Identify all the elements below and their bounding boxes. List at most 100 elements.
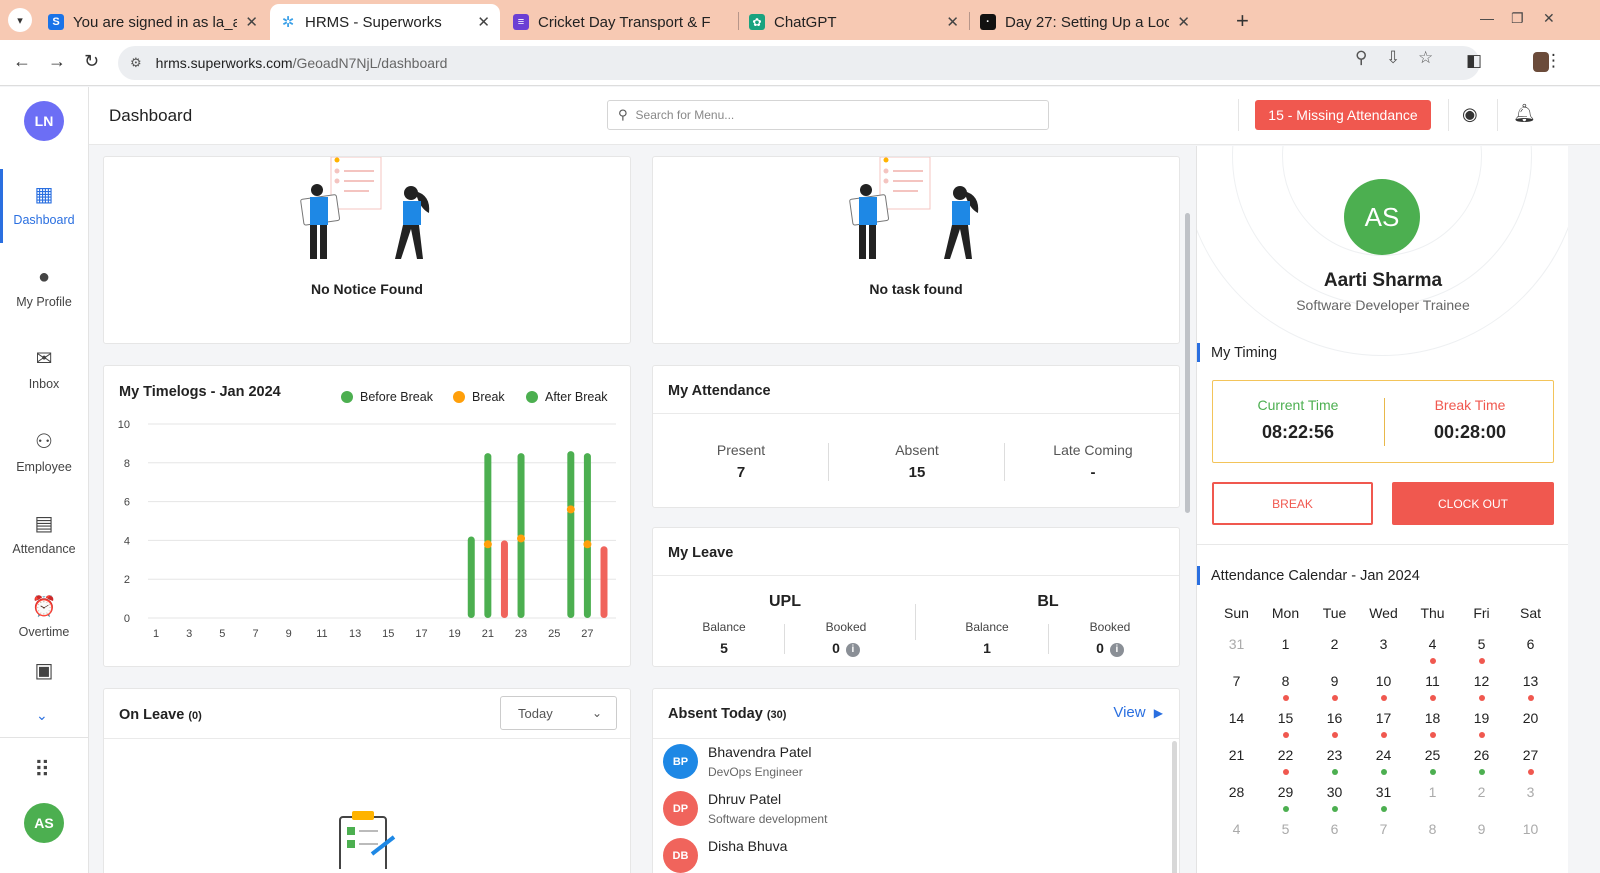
calendar-day[interactable]: 18 <box>1408 710 1457 726</box>
calendar-day[interactable]: 22 <box>1261 747 1310 763</box>
close-icon[interactable]: ✕ <box>1177 13 1190 31</box>
tab-search-chevron-icon[interactable]: ▾ <box>8 8 32 32</box>
sidebar-item-attendance[interactable]: ▤ Attendance <box>0 498 88 572</box>
location-pin-icon[interactable]: ⚲ <box>1355 48 1367 68</box>
calendar-day[interactable]: 19 <box>1457 710 1506 726</box>
calendar-day[interactable]: 31 <box>1359 784 1408 800</box>
calendar-day[interactable]: 20 <box>1506 710 1555 726</box>
browser-tab[interactable]: ≡ Cricket Day Transport & F <box>503 4 737 40</box>
bar-before-break <box>500 540 508 618</box>
calendar-day[interactable]: 7 <box>1212 673 1261 689</box>
clock-out-button[interactable]: CLOCK OUT <box>1392 482 1554 525</box>
forward-arrow-icon[interactable]: → <box>48 51 66 72</box>
calendar-day[interactable]: 4 <box>1212 821 1261 837</box>
calendar-day[interactable]: 26 <box>1457 747 1506 763</box>
calendar-day[interactable]: 24 <box>1359 747 1408 763</box>
calendar-day[interactable]: 23 <box>1310 747 1359 763</box>
calendar-day[interactable]: 27 <box>1506 747 1555 763</box>
reload-icon[interactable]: ↻ <box>84 51 99 72</box>
calendar-day[interactable]: 30 <box>1310 784 1359 800</box>
calendar-day[interactable]: 9 <box>1457 821 1506 837</box>
calendar-day[interactable]: 6 <box>1506 636 1555 652</box>
calendar-day[interactable]: 28 <box>1212 784 1261 800</box>
user-avatar-bottom[interactable]: AS <box>24 803 64 843</box>
calendar-day[interactable]: 2 <box>1457 784 1506 800</box>
attendance-status-dot <box>1282 806 1289 812</box>
search-box[interactable]: ⚲ <box>607 100 1049 130</box>
calendar-day[interactable]: 5 <box>1457 636 1506 652</box>
info-icon[interactable]: i <box>1109 643 1124 657</box>
calendar-day[interactable]: 1 <box>1408 784 1457 800</box>
break-button[interactable]: BREAK <box>1212 482 1373 525</box>
calendar-day[interactable]: 1 <box>1261 636 1310 652</box>
install-app-icon[interactable]: ⇩ <box>1386 48 1400 68</box>
scrollbar-thumb[interactable] <box>1185 213 1190 513</box>
missing-attendance-button[interactable]: 15 - Missing Attendance <box>1255 100 1431 130</box>
on-leave-filter-select[interactable]: Today ⌄ <box>500 696 617 730</box>
calendar-day[interactable]: 25 <box>1408 747 1457 763</box>
new-tab-plus-icon[interactable]: + <box>1236 8 1249 34</box>
calendar-day[interactable]: 11 <box>1408 673 1457 689</box>
sidebar-item-overtime[interactable]: ⏰ Overtime <box>0 581 88 655</box>
search-input[interactable] <box>635 108 1026 122</box>
calendar-day[interactable]: 9 <box>1310 673 1359 689</box>
main-scrollbar[interactable] <box>1184 148 1191 873</box>
eye-icon[interactable]: ◉ <box>1462 104 1478 125</box>
calendar-day[interactable]: 7 <box>1359 821 1408 837</box>
calendar-day[interactable]: 6 <box>1310 821 1359 837</box>
restore-icon[interactable]: ❐ <box>1511 10 1524 27</box>
calendar-day[interactable]: 5 <box>1261 821 1310 837</box>
window-close-icon[interactable]: ✕ <box>1543 10 1555 27</box>
view-absent-link[interactable]: View ▶ <box>1113 704 1163 721</box>
calendar-day[interactable]: 10 <box>1506 821 1555 837</box>
calendar-day[interactable]: 10 <box>1359 673 1408 689</box>
absent-today-title-text: Absent Today <box>668 706 763 722</box>
calendar-day[interactable]: 13 <box>1506 673 1555 689</box>
list-item[interactable]: DP Dhruv Patel Software development <box>663 791 827 826</box>
user-avatar[interactable]: LN <box>24 101 64 141</box>
sidebar-item-leave[interactable]: ▣ <box>0 653 88 697</box>
chevron-down-icon[interactable]: ⌄ <box>36 707 48 724</box>
calendar-day[interactable]: 31 <box>1212 636 1261 652</box>
sidebar-item-dashboard[interactable]: ▦ Dashboard <box>0 169 88 243</box>
calendar-day[interactable]: 17 <box>1359 710 1408 726</box>
calendar-day[interactable]: 15 <box>1261 710 1310 726</box>
bell-icon[interactable]: 🔔︎ <box>1513 103 1536 124</box>
list-item[interactable]: BP Bhavendra Patel DevOps Engineer <box>663 744 812 779</box>
close-icon[interactable]: ✕ <box>946 13 959 31</box>
browser-menu-icon[interactable]: ⋮ <box>1545 51 1562 71</box>
sidebar-item-my-profile[interactable]: ● My Profile <box>0 251 88 325</box>
site-settings-icon[interactable]: ⚙ <box>130 55 142 71</box>
minimize-icon[interactable]: — <box>1480 10 1494 26</box>
side-panel-icon[interactable]: ◧ <box>1466 51 1482 71</box>
calendar-day[interactable]: 4 <box>1408 636 1457 652</box>
browser-tab[interactable]: · Day 27: Setting Up a Loca ✕ <box>970 4 1200 40</box>
calendar-day[interactable]: 2 <box>1310 636 1359 652</box>
sidebar-item-inbox[interactable]: ✉ Inbox <box>0 333 88 407</box>
calendar-day[interactable]: 21 <box>1212 747 1261 763</box>
close-icon[interactable]: ✕ <box>477 13 490 31</box>
apps-grid-icon[interactable]: ⠿ <box>34 757 50 783</box>
calendar-day[interactable]: 3 <box>1359 636 1408 652</box>
list-item[interactable]: DB Disha Bhuva <box>663 838 787 873</box>
info-icon[interactable]: i <box>845 643 860 657</box>
browser-tab[interactable]: ✿ ChatGPT ✕ <box>739 4 969 40</box>
url-field[interactable]: ⚙ hrms.superworks.com/GeoadN7NjL/dashboa… <box>118 46 1480 80</box>
x-tick-label: 7 <box>252 628 258 640</box>
back-arrow-icon[interactable]: ← <box>13 51 31 72</box>
list-scrollbar[interactable] <box>1172 741 1177 873</box>
calendar-day[interactable]: 12 <box>1457 673 1506 689</box>
calendar-day[interactable]: 16 <box>1310 710 1359 726</box>
close-icon[interactable]: ✕ <box>245 13 258 31</box>
calendar-day[interactable]: 8 <box>1408 821 1457 837</box>
calendar-day[interactable]: 3 <box>1506 784 1555 800</box>
leave-booked: Booked 0i <box>1050 620 1170 657</box>
leave-type-name: UPL <box>769 593 801 610</box>
calendar-day[interactable]: 8 <box>1261 673 1310 689</box>
sidebar-item-employee[interactable]: ⚇ Employee <box>0 416 88 490</box>
browser-tab[interactable]: S You are signed in as la_a ✕ <box>38 4 268 40</box>
calendar-day[interactable]: 14 <box>1212 710 1261 726</box>
calendar-day[interactable]: 29 <box>1261 784 1310 800</box>
browser-tab-active[interactable]: ✲ HRMS - Superworks ✕ <box>270 4 500 40</box>
bookmark-star-icon[interactable]: ☆ <box>1418 48 1433 68</box>
